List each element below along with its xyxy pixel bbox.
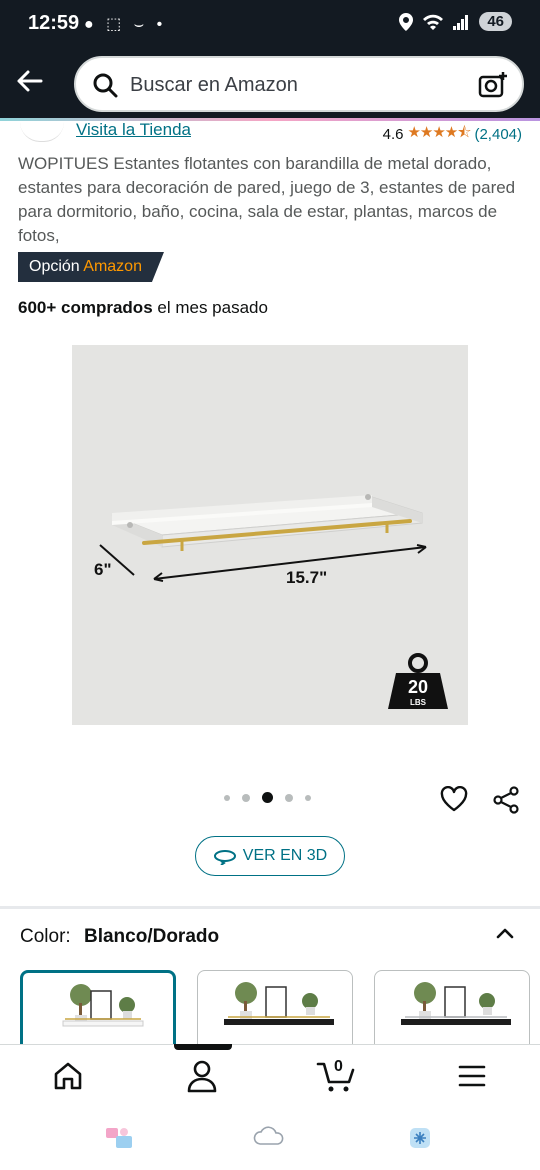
signal-icon [453, 14, 469, 30]
wifi-icon [423, 14, 444, 30]
search-icon [93, 73, 118, 98]
battery-level: 46 [479, 12, 512, 31]
color-label: Color: [20, 926, 71, 947]
shelf-illustration: 6" 15.7" 20 LBS [94, 494, 448, 709]
view-3d-label: VER EN 3D [242, 847, 328, 864]
system-icons: 46 [399, 12, 512, 31]
color-selector-row[interactable]: Color: Blanco/Dorado [20, 926, 219, 948]
product-title: WOPITUES Estantes flotantes con barandil… [18, 154, 516, 245]
store-logo [20, 122, 64, 142]
search-bar[interactable] [74, 56, 524, 112]
rating-summary[interactable]: 4.6 ★★★★⯪ (2,404) [383, 122, 522, 147]
cart-count: 0 [334, 1058, 343, 1075]
visit-store-link[interactable]: Visita la Tienda [76, 120, 191, 140]
menu-icon[interactable] [452, 1058, 492, 1094]
purchase-count: 600+ comprados el mes pasado [18, 298, 268, 318]
status-bar: 12:59 ● ⬚ ⌣ • 46 [0, 0, 540, 52]
rating-value: 4.6 [382, 126, 404, 143]
snowflake-app-icon[interactable] [404, 1124, 438, 1150]
weight-value: 20 [408, 677, 428, 697]
app-shortcut-icon[interactable] [102, 1124, 136, 1150]
purchase-count-rest: el mes pasado [157, 298, 268, 317]
purchase-count-bold: 600+ comprados [18, 298, 153, 317]
search-input[interactable] [130, 70, 460, 100]
location-icon [399, 12, 414, 31]
cloud-icon[interactable] [252, 1124, 286, 1150]
badge-brand: Amazon [83, 258, 142, 275]
amazon-choice-badge: Opción Amazon [18, 252, 164, 282]
star-rating-icon: ★★★★⯪ [407, 124, 471, 141]
carousel-dot[interactable] [305, 794, 311, 801]
heart-icon[interactable] [440, 786, 468, 812]
weight-unit: LBS [410, 698, 427, 707]
home-icon[interactable] [48, 1058, 88, 1094]
carousel-dot[interactable] [285, 793, 293, 802]
section-divider [0, 906, 540, 909]
carousel-dot[interactable] [242, 793, 250, 802]
notification-icons: ● ⬚ ⌣ • [84, 16, 167, 33]
view-3d-button[interactable]: VER EN 3D [195, 836, 345, 876]
account-icon[interactable] [182, 1058, 222, 1094]
camera-search-icon[interactable] [478, 70, 508, 100]
weight-capacity-icon: 20 LBS [388, 653, 448, 709]
width-label: 15.7" [286, 568, 327, 587]
carousel-dots [224, 792, 311, 803]
rotate-3d-icon [213, 850, 236, 865]
depth-label: 6" [94, 560, 112, 579]
rating-count[interactable]: (2,404) [474, 126, 522, 143]
chevron-up-icon[interactable] [494, 922, 516, 944]
share-icon[interactable] [492, 786, 520, 814]
carousel-dot[interactable] [224, 794, 230, 801]
store-row: Visita la Tienda 4.6 ★★★★⯪ (2,404) [18, 118, 522, 143]
carousel-dot-active[interactable] [262, 792, 273, 803]
badge-prefix: Opción [29, 258, 80, 275]
back-arrow-icon[interactable] [14, 66, 44, 96]
product-image[interactable]: 6" 15.7" 20 LBS [72, 345, 468, 725]
status-time: 12:59 [28, 12, 80, 34]
color-value: Blanco/Dorado [83, 926, 220, 947]
app-header: 12:59 ● ⬚ ⌣ • 46 [0, 0, 540, 120]
nav-active-indicator [174, 1044, 232, 1050]
